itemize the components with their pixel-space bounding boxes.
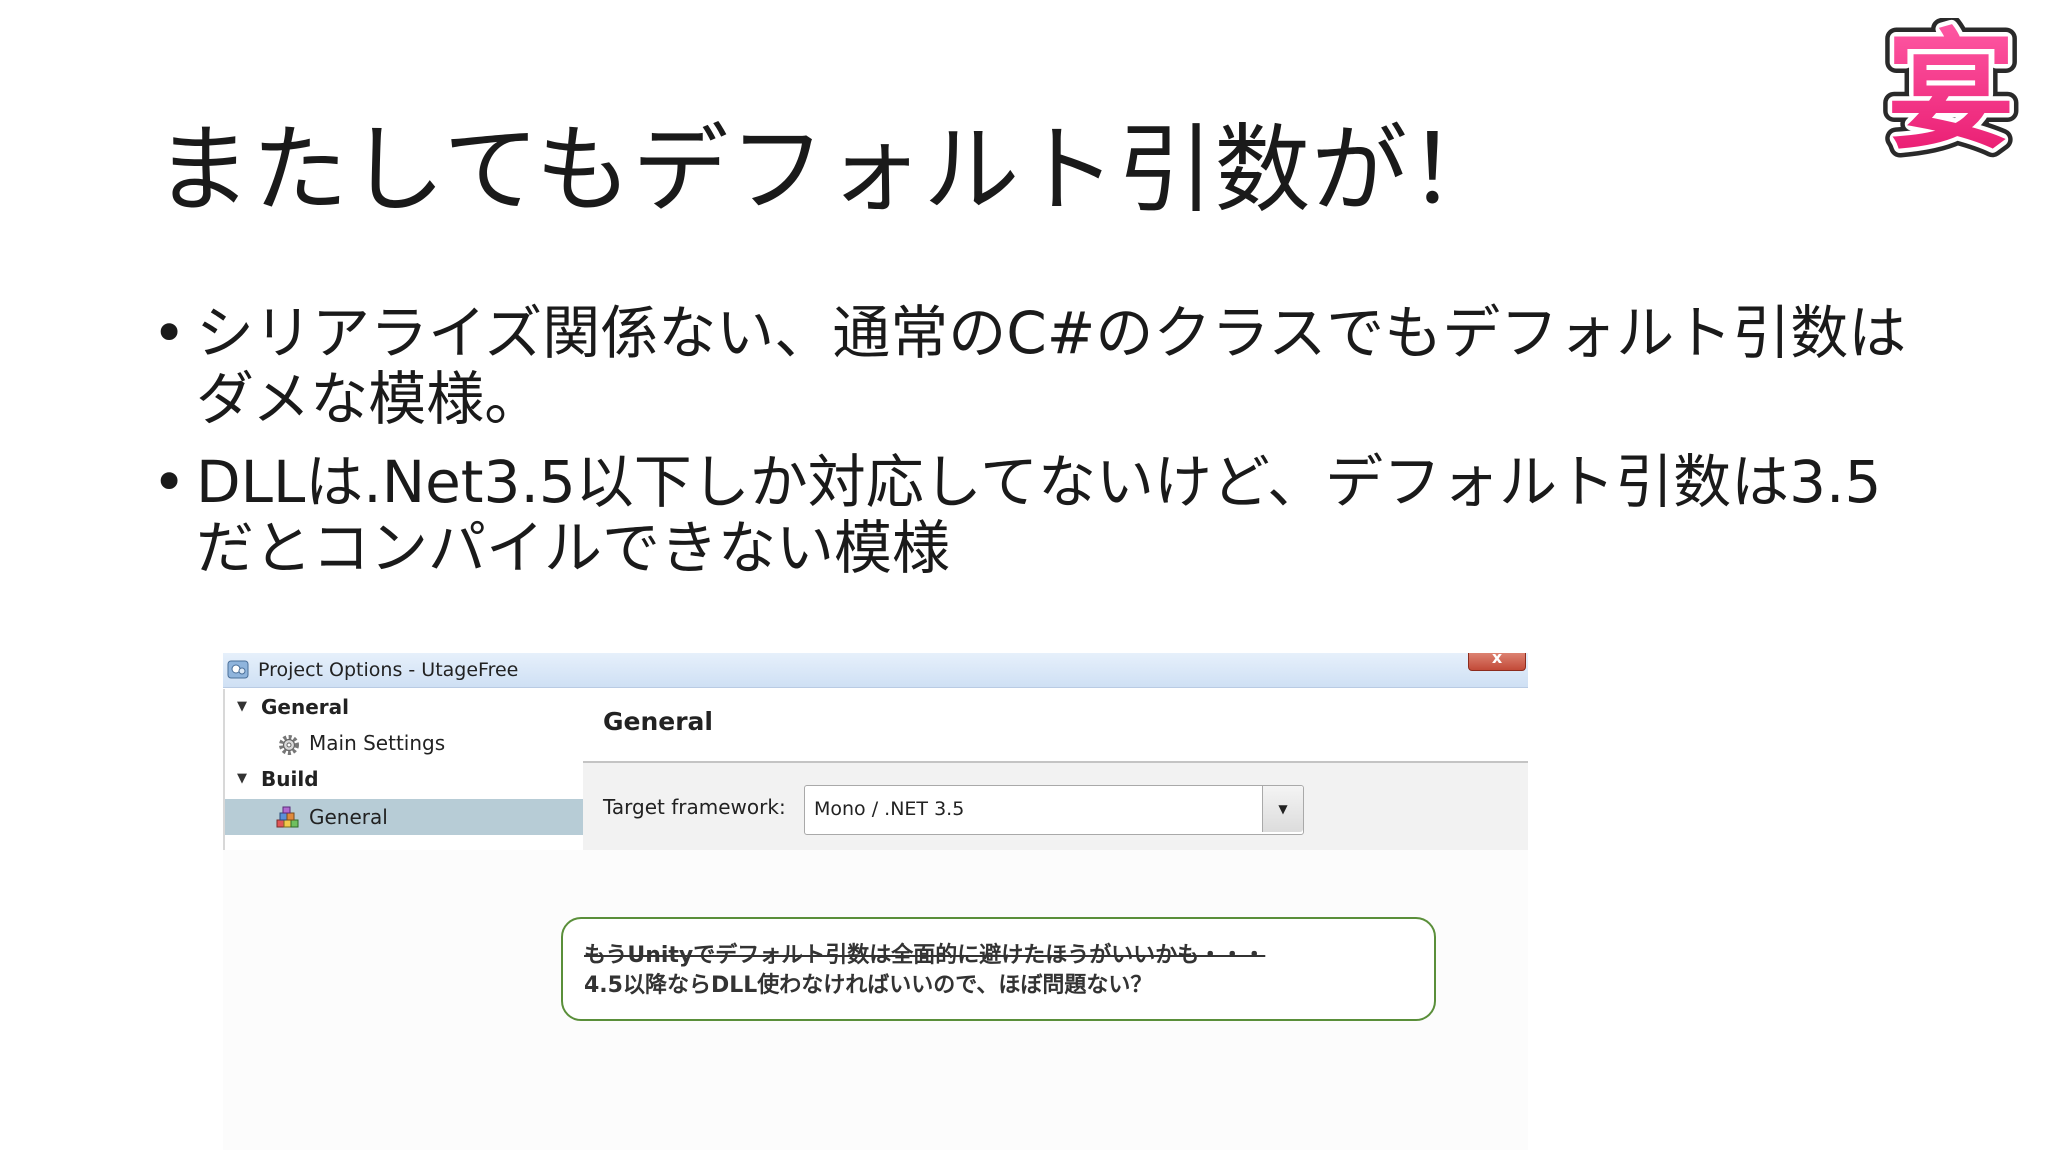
build-blocks-icon	[275, 806, 299, 830]
dialog-titlebar: Project Options - UtageFree x	[223, 653, 1528, 688]
gear-icon	[277, 732, 301, 756]
settings-panel: General Target framework: Mono / .NET 3.…	[583, 689, 1528, 850]
bullet-dot: •	[152, 299, 187, 367]
tree-item-label: General	[261, 695, 349, 719]
note-callout: もうUnityでデフォルト引数は全面的に避けたほうがいいかも・・・ 4.5以降な…	[561, 917, 1436, 1021]
monodevelop-icon	[227, 659, 251, 681]
note-line-strikethrough: もうUnityでデフォルト引数は全面的に避けたほうがいいかも・・・	[584, 943, 1266, 968]
close-button[interactable]: x	[1468, 653, 1526, 671]
bullet-item: • DLLは.Net3.5以下しか対応してないけど、デフォルト引数は3.5だとコ…	[150, 449, 1910, 581]
bullet-list: • シリアライズ関係ない、通常のC#のクラスでもデフォルト引数はダメな模様。 •…	[150, 300, 1910, 598]
note-line-update: 4.5以降ならDLL使わなければいいので、ほぼ問題ない？	[584, 973, 1153, 998]
tree-item-main-settings[interactable]: Main Settings	[225, 725, 583, 761]
project-options-dialog: Project Options - UtageFree x ▼ General …	[223, 653, 1528, 850]
triangle-down-icon[interactable]: ▼	[237, 761, 247, 797]
bullet-item: • シリアライズ関係ない、通常のC#のクラスでもデフォルト引数はダメな模様。	[150, 300, 1910, 432]
tree-item-label: Main Settings	[309, 731, 446, 755]
tree-item-label: General	[309, 805, 388, 829]
triangle-down-icon[interactable]: ▼	[237, 689, 247, 725]
target-framework-select[interactable]: Mono / .NET 3.5 ▼	[804, 785, 1304, 835]
tree-item-build[interactable]: ▼ Build	[225, 761, 583, 797]
slide-title: またしてもデフォルト引数が！	[155, 114, 1506, 226]
target-framework-value: Mono / .NET 3.5	[814, 798, 965, 820]
tree-item-build-general[interactable]: General	[225, 799, 583, 835]
target-framework-label: Target framework:	[603, 795, 786, 819]
panel-title: General	[603, 707, 713, 736]
svg-text:宴: 宴	[1887, 18, 2015, 167]
bullet-text: DLLは.Net3.5以下しか対応してないけど、デフォルト引数は3.5だとコンパ…	[196, 448, 1882, 582]
tree-item-general[interactable]: ▼ General	[225, 689, 583, 725]
slide: またしてもデフォルト引数が！ 宴 宴 宴 • シリアライズ関係ない、通常のC#の…	[0, 0, 2048, 1152]
chevron-down-icon[interactable]: ▼	[1262, 786, 1303, 832]
options-tree: ▼ General Main Settings ▼ Build General	[223, 689, 585, 850]
dialog-title: Project Options - UtageFree	[258, 659, 519, 681]
panel-header: General	[583, 689, 1528, 763]
bullet-dot: •	[152, 448, 187, 516]
bullet-text: シリアライズ関係ない、通常のC#のクラスでもデフォルト引数はダメな模様。	[196, 299, 1907, 433]
tree-item-label: Build	[261, 767, 319, 791]
utage-logo: 宴 宴 宴	[1876, 9, 2026, 176]
